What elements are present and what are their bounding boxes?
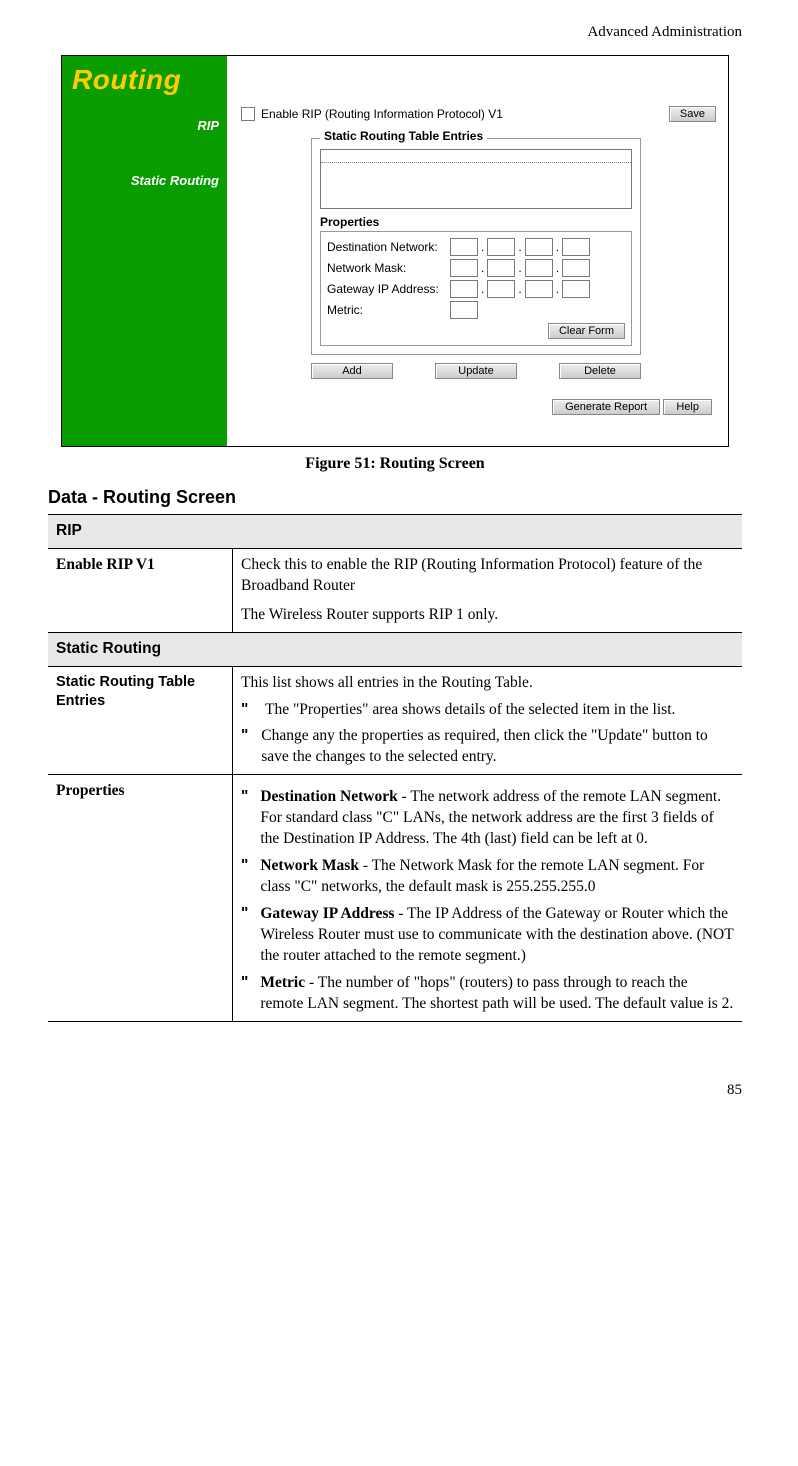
row-props-label: Properties [48, 775, 233, 1021]
update-button[interactable]: Update [435, 363, 517, 379]
gateway-label: Gateway IP Address: [327, 282, 447, 296]
fieldset-legend: Static Routing Table Entries [320, 129, 487, 143]
prop-dest: Destination Network - The network addres… [260, 787, 734, 850]
dest-oct-4[interactable] [562, 238, 590, 256]
bullet-mark: " [241, 787, 248, 850]
netmask-label: Network Mask: [327, 261, 447, 275]
sidebar: Routing RIP Static Routing [62, 56, 227, 446]
metric-label: Metric: [327, 303, 447, 317]
dest-oct-1[interactable] [450, 238, 478, 256]
page-number: 85 [48, 1082, 742, 1099]
prop-mask: Network Mask - The Network Mask for the … [260, 856, 734, 898]
clear-form-button[interactable]: Clear Form [548, 323, 625, 339]
data-table: RIP Enable RIP V1 Check this to enable t… [48, 514, 742, 1022]
mask-oct-4[interactable] [562, 259, 590, 277]
bullet-mark: " [241, 700, 253, 721]
bullet-mark: " [241, 973, 248, 1015]
static-routing-fieldset: Static Routing Table Entries Properties … [311, 138, 641, 355]
bullet-mark: " [241, 856, 248, 898]
metric-input[interactable] [450, 301, 478, 319]
help-button[interactable]: Help [663, 399, 712, 415]
delete-button[interactable]: Delete [559, 363, 641, 379]
row-props-desc: "Destination Network - The network addre… [233, 775, 743, 1021]
main-area: Enable RIP (Routing Information Protocol… [227, 56, 728, 446]
prop-gw: Gateway IP Address - The IP Address of t… [260, 904, 734, 967]
gw-oct-2[interactable] [487, 280, 515, 298]
save-button[interactable]: Save [669, 106, 716, 122]
properties-title: Properties [320, 215, 632, 229]
section-heading: Data - Routing Screen [48, 487, 742, 508]
sidebar-title: Routing [72, 64, 219, 96]
entries-intro: This list shows all entries in the Routi… [241, 673, 734, 694]
entries-b2: Change any the properties as required, t… [261, 726, 734, 768]
row-entries-label: Static Routing Table Entries [48, 666, 233, 775]
enable-rip-label: Enable RIP (Routing Information Protocol… [261, 107, 503, 121]
dest-oct-3[interactable] [525, 238, 553, 256]
bullet-mark: " [241, 904, 248, 967]
entries-b1: The "Properties" area shows details of t… [265, 700, 675, 721]
mask-oct-2[interactable] [487, 259, 515, 277]
generate-report-button[interactable]: Generate Report [552, 399, 660, 415]
enable-rip-p1: Check this to enable the RIP (Routing In… [241, 555, 734, 597]
enable-rip-checkbox[interactable] [241, 107, 255, 121]
page-header-section: Advanced Administration [48, 24, 742, 41]
gw-oct-1[interactable] [450, 280, 478, 298]
row-entries-desc: This list shows all entries in the Routi… [233, 666, 743, 775]
cat-static: Static Routing [48, 632, 742, 666]
mask-oct-3[interactable] [525, 259, 553, 277]
routing-table-listbox[interactable] [320, 149, 632, 209]
add-button[interactable]: Add [311, 363, 393, 379]
mask-oct-1[interactable] [450, 259, 478, 277]
gw-oct-4[interactable] [562, 280, 590, 298]
prop-metric: Metric - The number of "hops" (routers) … [260, 973, 734, 1015]
row-enable-rip-desc: Check this to enable the RIP (Routing In… [233, 548, 743, 632]
dest-oct-2[interactable] [487, 238, 515, 256]
cat-rip: RIP [48, 515, 742, 549]
sidebar-static-label: Static Routing [72, 173, 219, 188]
properties-box: Destination Network: . . . Network Mask:… [320, 231, 632, 346]
gw-oct-3[interactable] [525, 280, 553, 298]
figure-caption: Figure 51: Routing Screen [48, 455, 742, 473]
bullet-mark: " [241, 726, 249, 768]
dest-network-label: Destination Network: [327, 240, 447, 254]
sidebar-rip-label: RIP [72, 118, 219, 133]
enable-rip-p2: The Wireless Router supports RIP 1 only. [241, 605, 734, 626]
routing-screenshot: Routing RIP Static Routing Enable RIP (R… [61, 55, 729, 447]
row-enable-rip-label: Enable RIP V1 [48, 548, 233, 632]
